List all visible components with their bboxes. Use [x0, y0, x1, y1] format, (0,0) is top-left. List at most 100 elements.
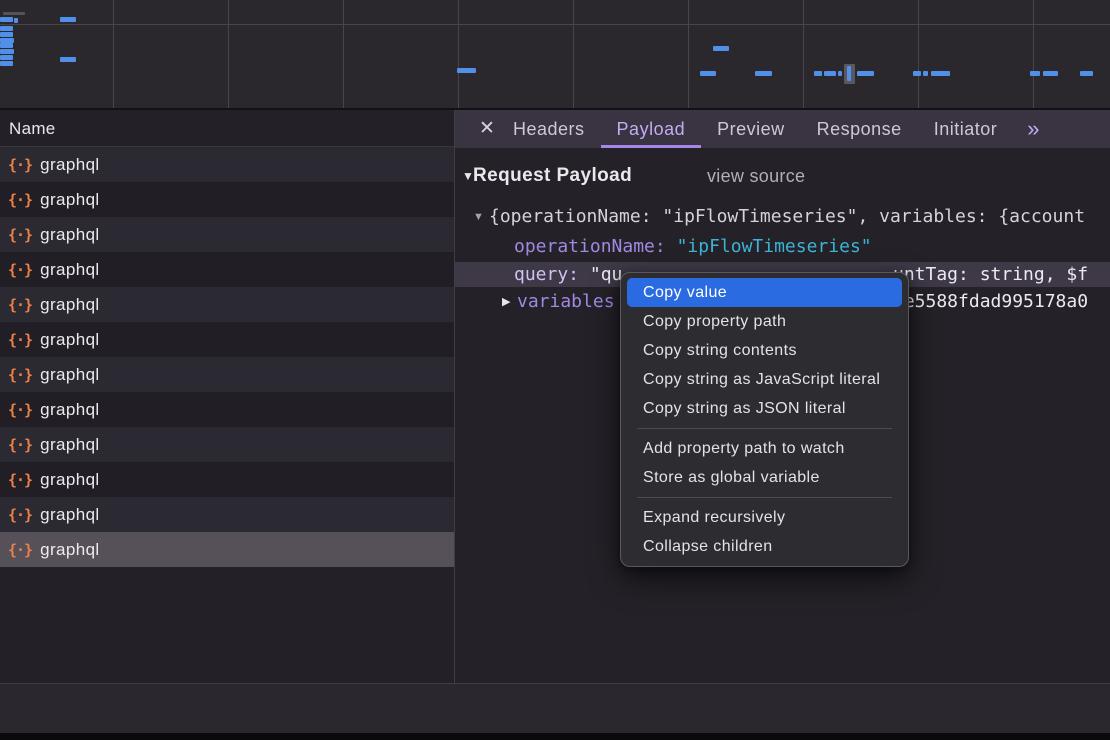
timeline-gridline	[1033, 0, 1034, 108]
variables-value-fragment: ee5588fdad995178a0	[893, 289, 1088, 315]
request-timing-bar[interactable]	[3, 12, 25, 15]
menu-item-add-property-path-to-watch[interactable]: Add property path to watch	[627, 434, 902, 463]
request-timing-bar[interactable]	[847, 66, 851, 81]
network-overview-timeline[interactable]	[0, 0, 1110, 110]
view-source-link[interactable]: view source	[707, 164, 805, 188]
json-braces-icon: {·}	[8, 366, 32, 384]
request-timing-bar[interactable]	[1043, 71, 1058, 76]
request-timing-bar[interactable]	[0, 61, 13, 66]
request-row[interactable]: {·}graphql	[0, 287, 454, 322]
name-column-header[interactable]: Name	[0, 110, 454, 147]
query-value-fragment: untTag: string, $f	[893, 262, 1088, 287]
request-timing-bar[interactable]	[814, 71, 822, 76]
menu-item-copy-property-path[interactable]: Copy property path	[627, 307, 902, 336]
timeline-row-divider	[0, 24, 1110, 25]
timeline-gridline	[688, 0, 689, 108]
request-name: graphql	[40, 435, 100, 455]
close-icon[interactable]: ✕	[479, 110, 497, 148]
request-timing-bar[interactable]	[824, 71, 836, 76]
request-timing-bar[interactable]	[14, 18, 18, 23]
timeline-gridline	[573, 0, 574, 108]
tab-response[interactable]: Response	[801, 110, 918, 148]
request-timing-bar[interactable]	[1030, 71, 1040, 76]
tab-headers[interactable]: Headers	[497, 110, 601, 148]
menu-item-expand-recursively[interactable]: Expand recursively	[627, 503, 902, 532]
request-timing-bar[interactable]	[857, 71, 874, 76]
request-row[interactable]: {·}graphql	[0, 462, 454, 497]
variables-expand-icon[interactable]: ▶	[502, 289, 510, 315]
tab-payload[interactable]: Payload	[601, 110, 702, 148]
request-timing-bar[interactable]	[931, 71, 950, 76]
request-name: graphql	[40, 260, 100, 280]
timeline-gridline	[228, 0, 229, 108]
json-braces-icon: {·}	[8, 331, 32, 349]
request-name: graphql	[40, 155, 100, 175]
request-payload-section-header[interactable]: ▼ Request Payload view source	[455, 164, 1110, 188]
tab-initiator[interactable]: Initiator	[918, 110, 1014, 148]
request-name: graphql	[40, 295, 100, 315]
query-key: query:	[514, 264, 590, 285]
tab-preview[interactable]: Preview	[701, 110, 801, 148]
timeline-gridline	[458, 0, 459, 108]
request-row[interactable]: {·}graphql	[0, 182, 454, 217]
menu-item-copy-string-contents[interactable]: Copy string contents	[627, 336, 902, 365]
window-bottom-edge	[0, 733, 1110, 740]
request-name: graphql	[40, 505, 100, 525]
request-row[interactable]: {·} graphql	[0, 357, 454, 392]
request-timing-bar[interactable]	[923, 71, 928, 76]
request-timing-bar[interactable]	[0, 26, 13, 31]
request-timing-bar[interactable]	[755, 71, 772, 76]
menu-separator	[637, 497, 892, 498]
more-tabs-icon[interactable]: »	[1027, 110, 1039, 148]
json-braces-icon: {·}	[8, 541, 32, 559]
request-name: graphql	[40, 330, 100, 350]
request-name: graphql	[40, 225, 100, 245]
payload-root-row[interactable]: ▼ {operationName: "ipFlowTimeseries", va…	[455, 204, 1110, 230]
request-name: graphql	[40, 365, 100, 385]
request-timing-bar[interactable]	[713, 46, 729, 51]
request-timing-bar[interactable]	[700, 71, 716, 76]
request-timing-bar[interactable]	[0, 55, 13, 60]
request-name: graphql	[40, 400, 100, 420]
request-row[interactable]: {·} graphql	[0, 427, 454, 462]
variables-key: variables	[517, 289, 615, 315]
request-timing-bar[interactable]	[457, 68, 476, 73]
request-timing-bar[interactable]	[0, 17, 13, 22]
menu-item-collapse-children[interactable]: Collapse children	[627, 532, 902, 561]
request-row[interactable]: {·} graphql	[0, 217, 454, 252]
json-braces-icon: {·}	[8, 436, 32, 454]
request-name: graphql	[40, 540, 100, 560]
request-timing-bar[interactable]	[838, 71, 842, 76]
operation-name-value: "ipFlowTimeseries"	[677, 236, 872, 257]
request-timing-bar[interactable]	[60, 17, 76, 22]
menu-item-store-as-global-variable[interactable]: Store as global variable	[627, 463, 902, 492]
menu-separator	[637, 428, 892, 429]
request-row[interactable]: {·}graphql	[0, 392, 454, 427]
request-timing-bar[interactable]	[913, 71, 921, 76]
json-braces-icon: {·}	[8, 506, 32, 524]
request-timing-bar[interactable]	[0, 43, 13, 48]
menu-item-copy-value[interactable]: Copy value	[627, 278, 902, 307]
menu-item-copy-string-as-javascript-literal[interactable]: Copy string as JavaScript literal	[627, 365, 902, 394]
json-braces-icon: {·}	[8, 191, 32, 209]
request-row[interactable]: {·} graphql	[0, 322, 454, 357]
menu-item-copy-string-as-json-literal[interactable]: Copy string as JSON literal	[627, 394, 902, 423]
operation-name-key: operationName:	[514, 236, 677, 257]
payload-root-preview: {operationName: "ipFlowTimeseries", vari…	[489, 204, 1085, 230]
request-timing-bar[interactable]	[0, 32, 13, 37]
request-name: graphql	[40, 470, 100, 490]
tabs-container: HeadersPayloadPreviewResponseInitiator	[497, 110, 1013, 148]
operation-name-row[interactable]: operationName: "ipFlowTimeseries"	[455, 234, 1110, 260]
request-row[interactable]: {·} graphql	[0, 497, 454, 532]
json-braces-icon: {·}	[8, 226, 32, 244]
timeline-gridline	[343, 0, 344, 108]
request-row[interactable]: {·}graphql	[0, 147, 454, 182]
root-collapse-icon[interactable]: ▼	[473, 204, 484, 230]
request-row[interactable]: {·}graphql	[0, 252, 454, 287]
panel-split-divider[interactable]	[454, 110, 455, 733]
request-timing-bar[interactable]	[60, 57, 76, 62]
summary-footer	[0, 684, 1110, 733]
request-timing-bar[interactable]	[1080, 71, 1093, 76]
request-row[interactable]: {·} graphql	[0, 532, 454, 567]
request-timing-bar[interactable]	[0, 49, 14, 54]
